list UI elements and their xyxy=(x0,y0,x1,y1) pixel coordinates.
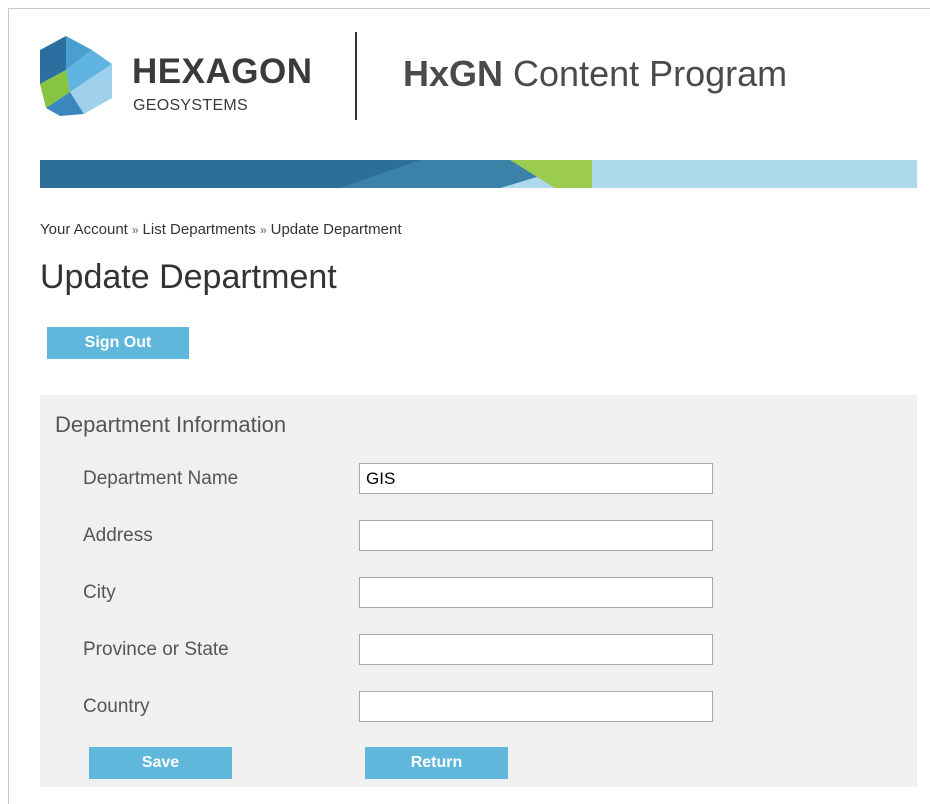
province-label: Province or State xyxy=(83,639,229,660)
city-field[interactable] xyxy=(359,577,713,608)
city-label: City xyxy=(83,582,116,603)
program-title-rest: Content Program xyxy=(503,53,788,94)
brand-subname: GEOSYSTEMS xyxy=(133,97,249,114)
brand-name: HEXAGON xyxy=(132,52,313,91)
breadcrumb: Your Account» List Departments» Update Dep… xyxy=(40,221,402,238)
country-field[interactable] xyxy=(359,691,713,722)
program-title-bold: HxGN xyxy=(403,53,504,94)
sign-out-button[interactable]: Sign Out xyxy=(47,327,189,359)
hexagon-logo-icon xyxy=(40,36,112,116)
address-label: Address xyxy=(83,525,153,546)
section-title: Department Information xyxy=(55,412,287,437)
breadcrumb-separator: » xyxy=(259,223,267,237)
header-divider xyxy=(355,32,357,120)
breadcrumb-current: Update Department xyxy=(270,221,402,238)
page-title: Update Department xyxy=(40,258,337,296)
breadcrumb-separator: » xyxy=(131,223,139,237)
province-field[interactable] xyxy=(359,634,713,665)
address-field[interactable] xyxy=(359,520,713,551)
country-label: Country xyxy=(83,696,150,717)
department-name-field[interactable] xyxy=(359,463,713,494)
header-banner xyxy=(40,160,917,188)
department-info-panel: Department Information Department Name A… xyxy=(40,395,917,787)
breadcrumb-your-account[interactable]: Your Account xyxy=(40,221,128,238)
department-name-label: Department Name xyxy=(83,468,239,489)
program-title: HxGN Content Program xyxy=(403,56,787,92)
return-button[interactable]: Return xyxy=(365,747,508,779)
breadcrumb-list-departments[interactable]: List Departments xyxy=(143,221,256,238)
save-button[interactable]: Save xyxy=(89,747,232,779)
